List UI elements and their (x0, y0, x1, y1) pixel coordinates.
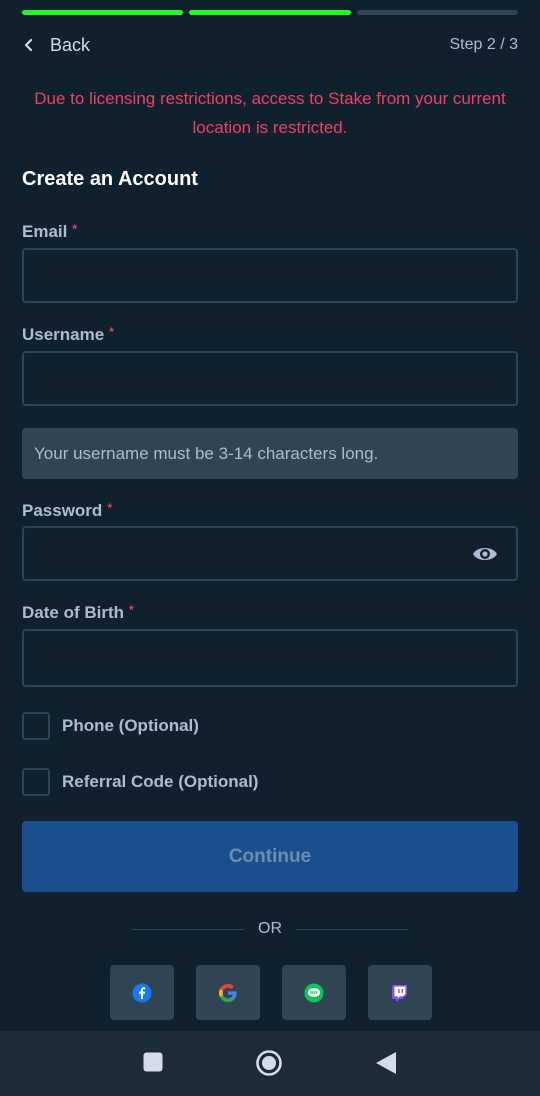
referral-checkbox[interactable] (22, 768, 50, 796)
username-field-wrapper (22, 351, 518, 406)
phone-checkbox-label: Phone (Optional) (62, 716, 199, 735)
password-field[interactable] (24, 528, 516, 579)
dob-label-text: Date of Birth (22, 603, 124, 622)
restriction-message: Due to licensing restrictions, access to… (34, 89, 506, 137)
google-icon (219, 983, 237, 1002)
continue-button[interactable]: Continue (22, 821, 518, 892)
header: Back Step 2 / 3 (22, 34, 518, 56)
required-marker: * (129, 603, 134, 617)
username-label-text: Username (22, 325, 105, 344)
phone-checkbox[interactable] (22, 712, 50, 740)
signup-page: Back Step 2 / 3 Due to licensing restric… (0, 0, 540, 1096)
social-login-row (110, 965, 432, 1020)
system-navigation-bar (0, 1031, 540, 1096)
password-label: Password * (22, 501, 112, 521)
email-field[interactable] (24, 250, 516, 301)
line-login-button[interactable] (282, 965, 346, 1020)
circle-icon (256, 1050, 282, 1076)
facebook-icon (132, 983, 152, 1002)
google-login-button[interactable] (196, 965, 260, 1020)
or-divider: OR (132, 918, 408, 940)
email-label: Email * (22, 222, 77, 242)
back-button[interactable]: Back (22, 35, 90, 56)
page-title: Create an Account (22, 168, 198, 190)
progress-segment-1 (22, 10, 184, 15)
email-label-text: Email (22, 222, 68, 241)
required-marker: * (72, 222, 78, 236)
eye-icon[interactable] (472, 544, 498, 564)
progress-segment-3 (356, 10, 518, 15)
phone-optional-toggle[interactable]: Phone (Optional) (22, 712, 199, 740)
divider-line-left (132, 928, 244, 930)
facebook-login-button[interactable] (110, 965, 174, 1020)
referral-checkbox-label: Referral Code (Optional) (62, 772, 259, 791)
twitch-icon (392, 984, 407, 1001)
required-marker: * (109, 325, 114, 339)
dob-label: Date of Birth * (22, 603, 134, 623)
username-hint: Your username must be 3-14 characters lo… (22, 428, 518, 479)
or-label: OR (258, 920, 282, 937)
divider-line-right (296, 928, 408, 930)
line-icon (304, 983, 324, 1002)
dob-field-wrapper (22, 629, 518, 687)
step-indicator: Step 2 / 3 (449, 36, 519, 53)
system-back-button[interactable] (374, 1050, 398, 1081)
chevron-left-icon (24, 38, 33, 52)
step-progress-bar (22, 10, 518, 16)
required-marker: * (107, 501, 112, 515)
password-label-text: Password (22, 501, 103, 520)
progress-segment-2 (189, 10, 351, 15)
home-button[interactable] (255, 1049, 283, 1082)
square-icon (143, 1052, 163, 1072)
username-field[interactable] (24, 353, 516, 404)
recent-apps-button[interactable] (142, 1051, 164, 1078)
dob-field[interactable] (24, 631, 516, 685)
username-label: Username * (22, 325, 114, 345)
email-field-wrapper (22, 248, 518, 303)
twitch-login-button[interactable] (368, 965, 432, 1020)
triangle-back-icon (376, 1052, 396, 1074)
password-field-wrapper (22, 526, 518, 581)
referral-optional-toggle[interactable]: Referral Code (Optional) (22, 768, 258, 796)
back-label: Back (50, 34, 91, 55)
